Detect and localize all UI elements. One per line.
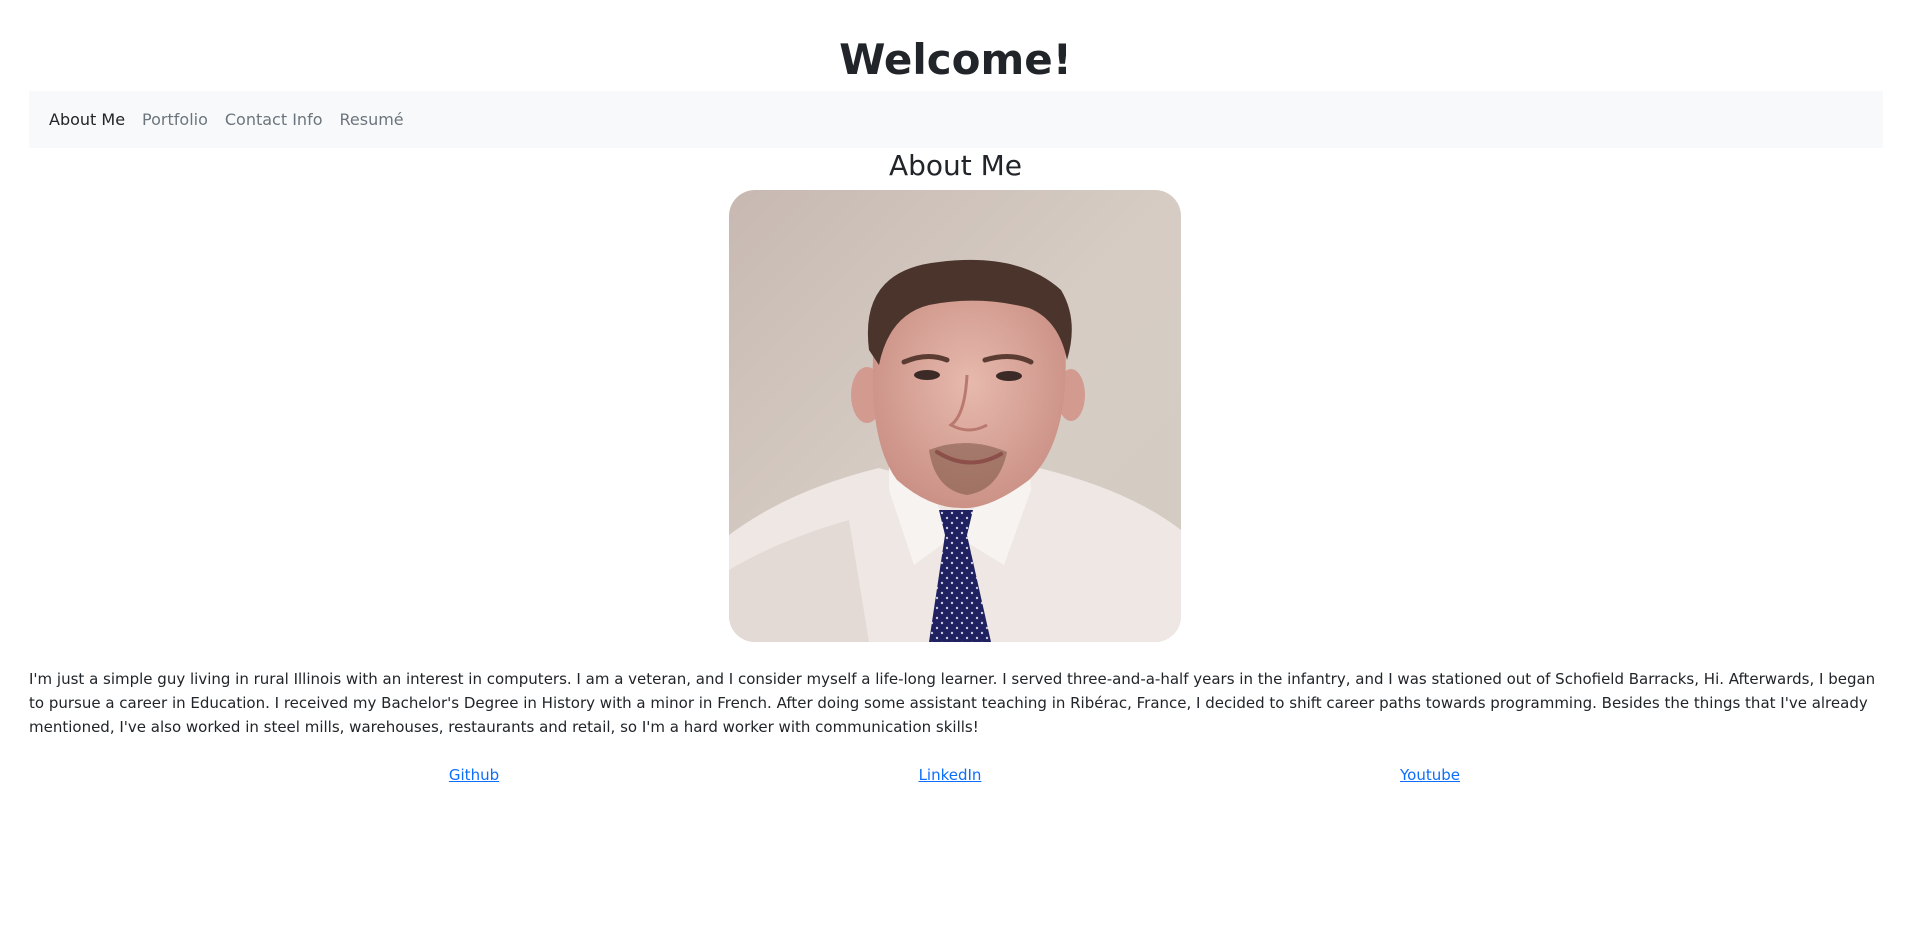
nav-item-portfolio[interactable]: Portfolio (142, 110, 208, 129)
nav-item-contact-info[interactable]: Contact Info (225, 110, 323, 129)
site-title: Welcome! (839, 35, 1072, 84)
profile-photo (729, 190, 1181, 642)
github-link[interactable]: Github (449, 763, 499, 787)
nav-item-resume[interactable]: Resumé (340, 110, 404, 129)
navbar: About Me Portfolio Contact Info Resumé (29, 91, 1883, 148)
bio-text: I'm just a simple guy living in rural Il… (29, 670, 1876, 736)
page: Welcome! About Me Portfolio Contact Info… (0, 0, 1911, 933)
social-links: Github LinkedIn Youtube (0, 763, 1911, 791)
section-title-about-me: About Me (888, 149, 1023, 182)
youtube-link[interactable]: Youtube (1400, 763, 1460, 787)
nav-item-about-me[interactable]: About Me (49, 110, 125, 129)
linkedin-link[interactable]: LinkedIn (919, 763, 982, 787)
